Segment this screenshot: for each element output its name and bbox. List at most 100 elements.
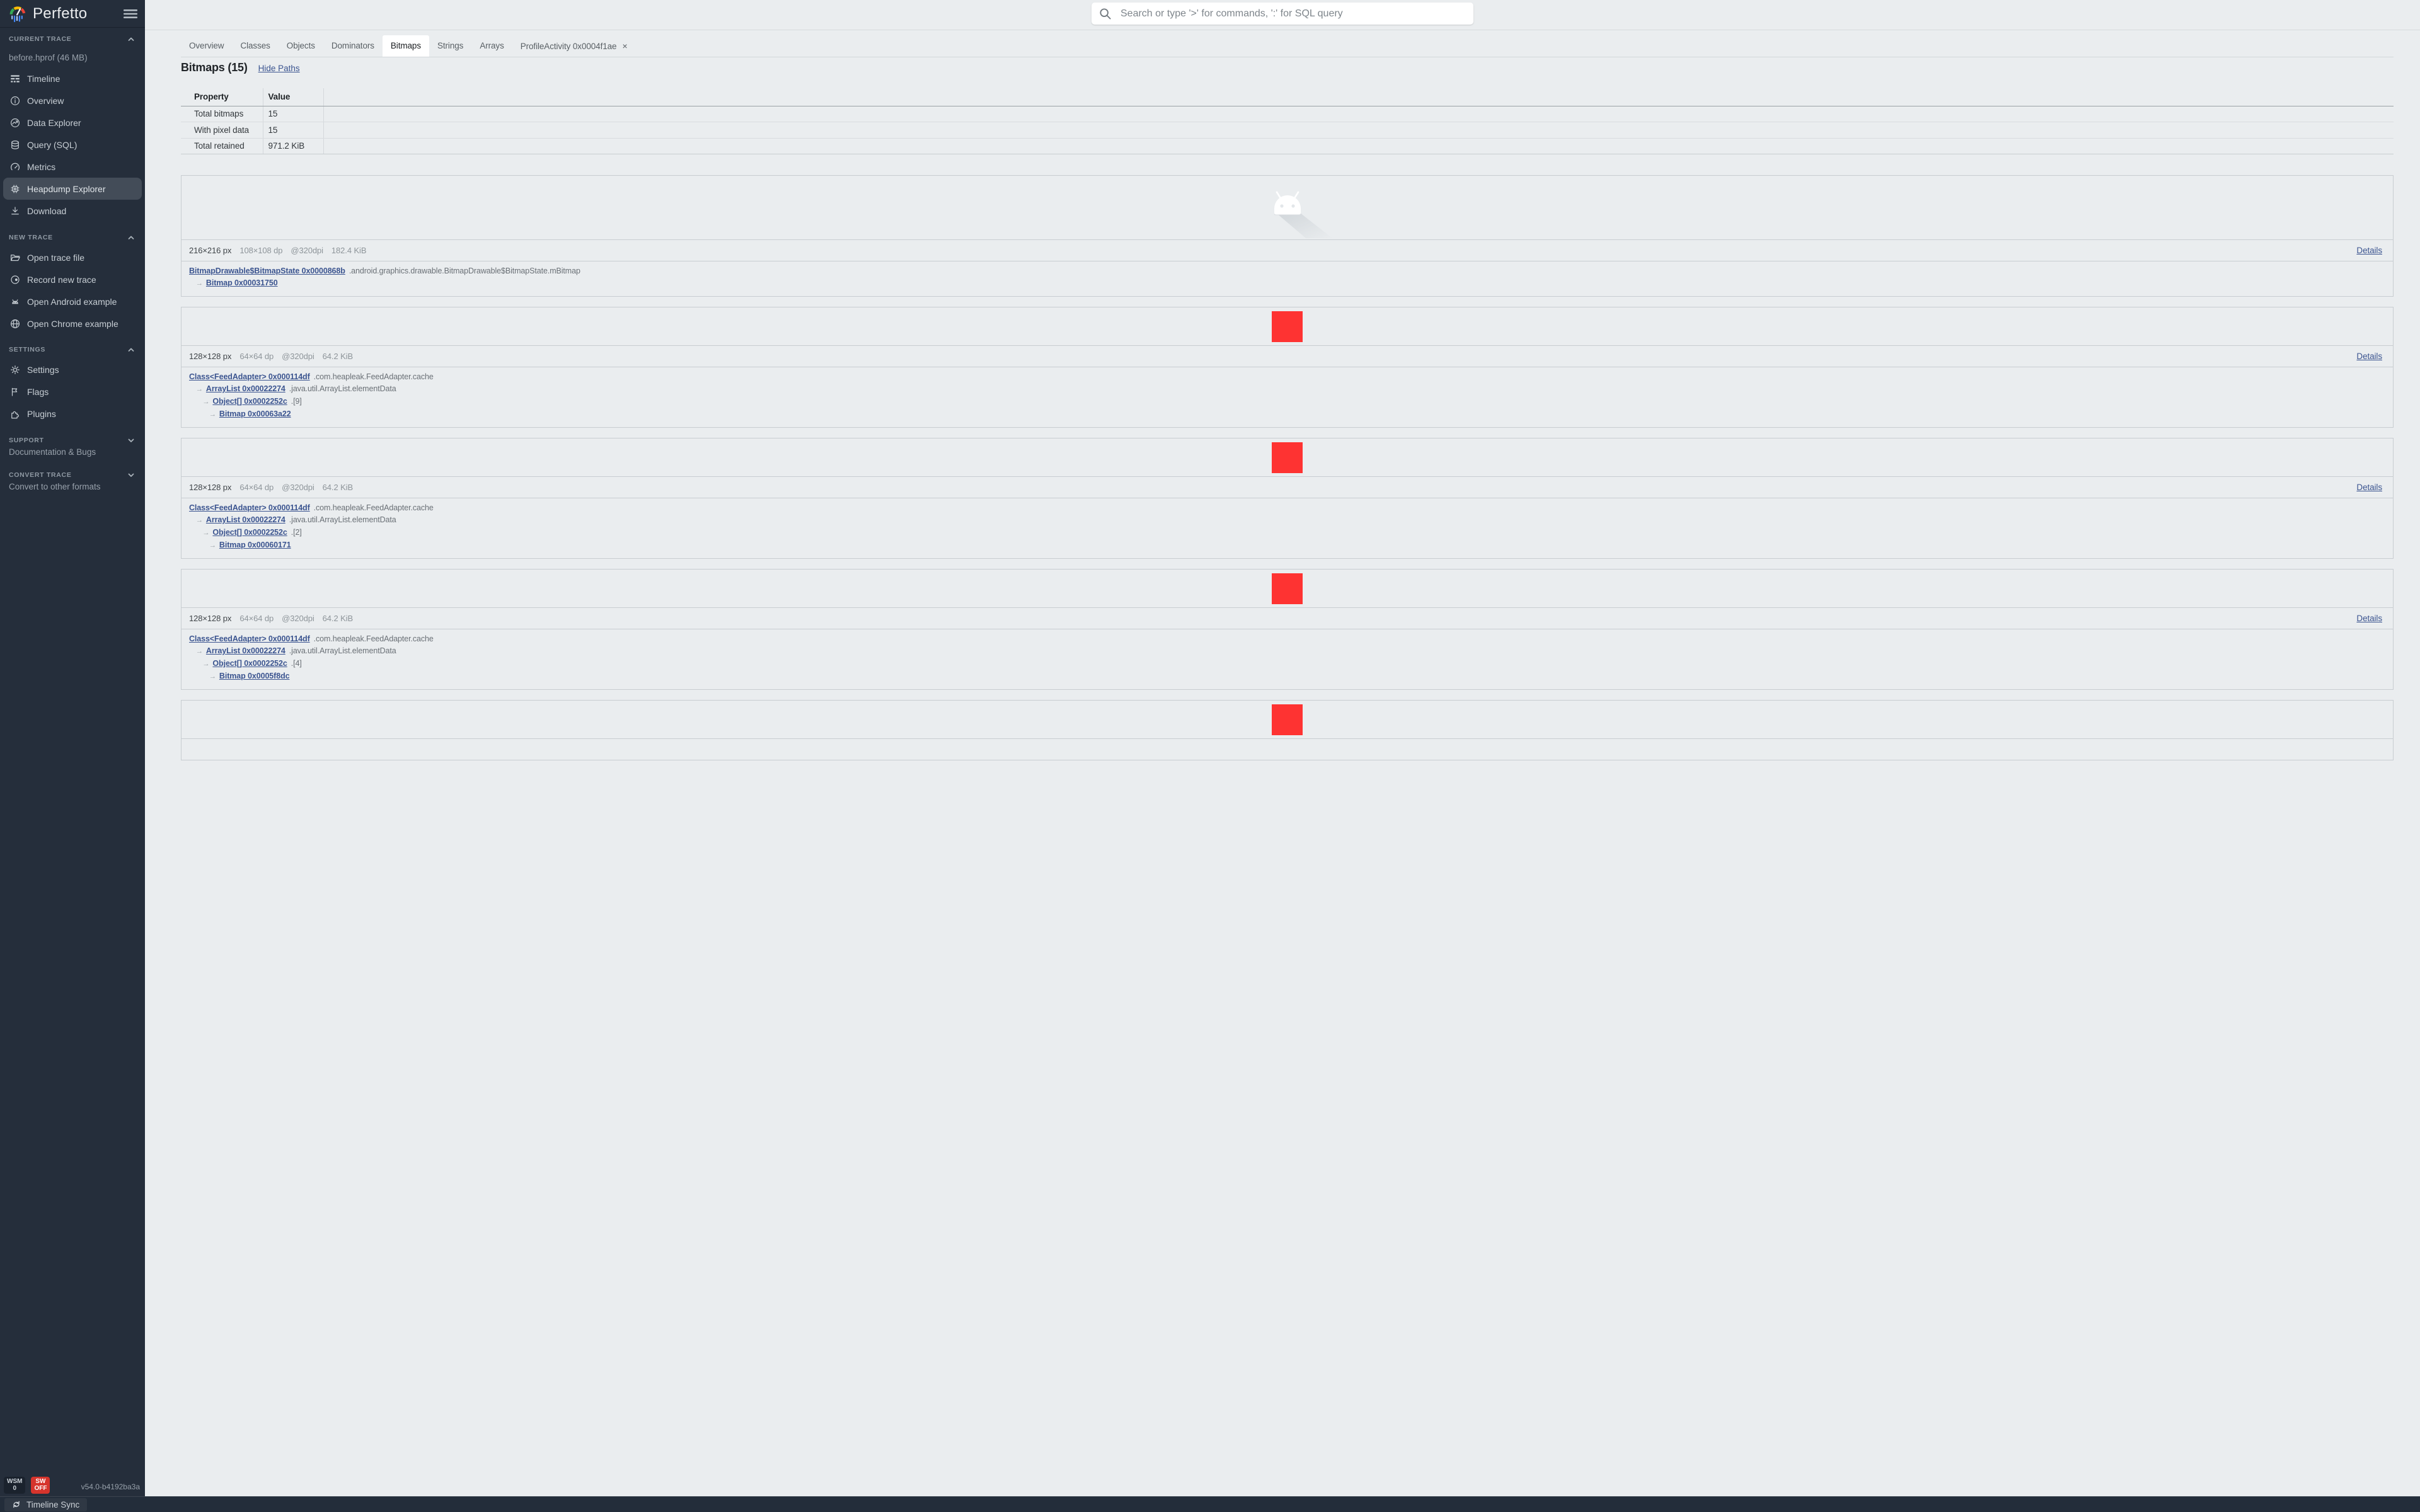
object-link[interactable]: Object[] 0x0002252c — [212, 659, 287, 668]
bitmap-size-px: 128×128 px — [189, 614, 232, 623]
details-link[interactable]: Details — [2356, 246, 2382, 255]
bitmap-meta-row: 128×128 px 64×64 dp @320dpi 64.2 KiB Details — [182, 608, 2393, 629]
sidebar-item-overview[interactable]: Overview — [0, 89, 145, 112]
details-link[interactable]: Details — [2356, 352, 2382, 361]
tab-profileactivity[interactable]: ProfileActivity 0x0004f1ae × — [512, 35, 636, 57]
bitmap-density: @320dpi — [282, 483, 314, 492]
sidebar-item-record-new-trace[interactable]: Record new trace — [0, 268, 145, 290]
memory-chip-icon — [11, 185, 20, 193]
object-link[interactable]: Bitmap 0x00031750 — [206, 278, 278, 287]
sidebar-item-open-android-example[interactable]: Open Android example — [0, 290, 145, 312]
bitmap-card: 128×128 px 64×64 dp @320dpi 64.2 KiB Details… — [181, 438, 2394, 559]
object-link[interactable]: ArrayList 0x00022274 — [206, 646, 285, 655]
sidebar-item-flags[interactable]: Flags — [0, 381, 145, 403]
table-row: With pixel data 15 — [181, 122, 2394, 139]
sidebar-section-header-support[interactable]: SUPPORT — [0, 435, 145, 445]
sidebar-subtitle-support[interactable]: Documentation & Bugs — [0, 447, 145, 458]
sidebar-section-header-current-trace[interactable]: CURRENT TRACE — [0, 34, 145, 44]
object-link[interactable]: Class<FeedAdapter> 0x000114df — [189, 634, 310, 643]
field-path-label: .com.heapleak.FeedAdapter.cache — [313, 372, 434, 381]
object-link[interactable]: Bitmap 0x00060171 — [219, 541, 291, 549]
tab-arrays[interactable]: Arrays — [471, 35, 512, 57]
summary-empty-cell — [323, 122, 2394, 139]
data-explorer-icon — [11, 118, 20, 127]
sidebar-section-header-convert-trace[interactable]: CONVERT TRACE — [0, 470, 145, 480]
retention-path-line: → Bitmap 0x00063a22 — [182, 408, 2393, 421]
tab-objects[interactable]: Objects — [279, 35, 323, 57]
details-link[interactable]: Details — [2356, 483, 2382, 492]
bitmap-image — [1272, 442, 1303, 473]
bitmap-retained-size: 182.4 KiB — [331, 246, 367, 255]
tab-strings[interactable]: Strings — [429, 35, 471, 57]
bitmap-size-px: 216×216 px — [189, 246, 232, 255]
retention-paths: Class<FeedAdapter> 0x000114df .com.heaple… — [182, 367, 2393, 427]
retention-paths: Class<FeedAdapter> 0x000114df .com.heaple… — [182, 498, 2393, 558]
tab-label: Dominators — [331, 41, 374, 50]
bitmap-card: 128×128 px 64×64 dp @320dpi 64.2 KiB Details… — [181, 307, 2394, 428]
chevron-up-icon — [127, 234, 135, 241]
timeline-sync-button[interactable]: Timeline Sync — [4, 1498, 88, 1511]
object-link[interactable]: Class<FeedAdapter> 0x000114df — [189, 503, 310, 512]
sidebar-section-header-new-trace[interactable]: NEW TRACE — [0, 232, 145, 243]
perfetto-logo-icon — [9, 6, 26, 23]
speedometer-icon — [11, 163, 20, 170]
tab-label: ProfileActivity 0x0004f1ae — [520, 42, 617, 51]
flag-icon — [11, 387, 18, 396]
sidebar-item-label: Download — [27, 205, 67, 216]
field-path-label: .com.heapleak.FeedAdapter.cache — [313, 634, 434, 643]
object-link[interactable]: Object[] 0x0002252c — [212, 528, 287, 537]
hamburger-menu-icon[interactable] — [124, 8, 137, 20]
object-link[interactable]: Class<FeedAdapter> 0x000114df — [189, 372, 310, 381]
sidebar-item-open-chrome-example[interactable]: Open Chrome example — [0, 312, 145, 335]
retention-path-line: Class<FeedAdapter> 0x000114df .com.heaple… — [182, 371, 2393, 383]
sidebar-item-heapdump-explorer[interactable]: Heapdump Explorer — [3, 178, 142, 200]
bitmap-image — [1272, 704, 1303, 735]
bitmap-density: @320dpi — [282, 352, 314, 361]
object-link[interactable]: ArrayList 0x00022274 — [206, 515, 285, 524]
field-path-label: .java.util.ArrayList.elementData — [289, 646, 396, 655]
sidebar-item-settings[interactable]: Settings — [0, 358, 145, 381]
close-icon[interactable]: × — [622, 41, 627, 51]
sidebar-item-metrics[interactable]: Metrics — [0, 156, 145, 178]
sidebar-item-download[interactable]: Download — [0, 200, 145, 222]
sidebar-item-data-explorer[interactable]: Data Explorer — [0, 112, 145, 134]
tab-dominators[interactable]: Dominators — [323, 35, 383, 57]
hide-paths-link[interactable]: Hide Paths — [258, 64, 300, 73]
object-link[interactable]: Bitmap 0x00063a22 — [219, 410, 291, 418]
sidebar-item-timeline[interactable]: Timeline — [0, 67, 145, 89]
sidebar-item-open-trace-file[interactable]: Open trace file — [0, 246, 145, 268]
tab-bitmaps[interactable]: Bitmaps — [382, 35, 429, 57]
tab-classes[interactable]: Classes — [232, 35, 278, 57]
tab-overview[interactable]: Overview — [181, 35, 232, 57]
sidebar-item-label: Metrics — [27, 161, 56, 172]
summary-empty-cell — [323, 106, 2394, 122]
sidebar-item-label: Plugins — [27, 408, 56, 419]
details-link[interactable]: Details — [2356, 614, 2382, 623]
object-link[interactable]: ArrayList 0x00022274 — [206, 384, 285, 393]
retention-path-line: → ArrayList 0x00022274 .java.util.ArrayLis… — [182, 514, 2393, 527]
sidebar-item-plugins[interactable]: Plugins — [0, 403, 145, 425]
search-input[interactable] — [1121, 8, 1466, 20]
bitmap-size-px: 128×128 px — [189, 483, 232, 492]
sidebar-subtitle-convert-trace[interactable]: Convert to other formats — [0, 481, 145, 493]
retention-path-line: → Object[] 0x0002252c .[4] — [182, 658, 2393, 670]
chevron-down-icon — [128, 438, 134, 442]
sidebar-item-label: Timeline — [27, 73, 60, 84]
object-link[interactable]: BitmapDrawable$BitmapState 0x0000868b — [189, 266, 345, 275]
android-icon — [12, 299, 18, 304]
arrow-icon: → — [195, 517, 204, 524]
bitmap-meta-row: 216×216 px 108×108 dp @320dpi 182.4 KiB Deta… — [182, 240, 2393, 261]
object-link[interactable]: Object[] 0x0002252c — [212, 397, 287, 406]
summary-property-cell: Total bitmaps — [181, 106, 263, 122]
sidebar-section-header-settings[interactable]: SETTINGS — [0, 345, 145, 355]
object-link[interactable]: Bitmap 0x0005f8dc — [219, 672, 290, 680]
bitmap-preview — [182, 570, 2393, 608]
bitmap-meta-row: 128×128 px 64×64 dp @320dpi 64.2 KiB Details — [182, 477, 2393, 498]
arrow-icon: → — [202, 398, 210, 406]
info-icon — [11, 96, 20, 105]
chevron-down-icon — [128, 473, 134, 477]
tab-label: Strings — [437, 41, 464, 50]
topbar — [145, 3, 2420, 30]
sidebar-item-query-sql-[interactable]: Query (SQL) — [0, 134, 145, 156]
bitmap-preview — [182, 438, 2393, 477]
